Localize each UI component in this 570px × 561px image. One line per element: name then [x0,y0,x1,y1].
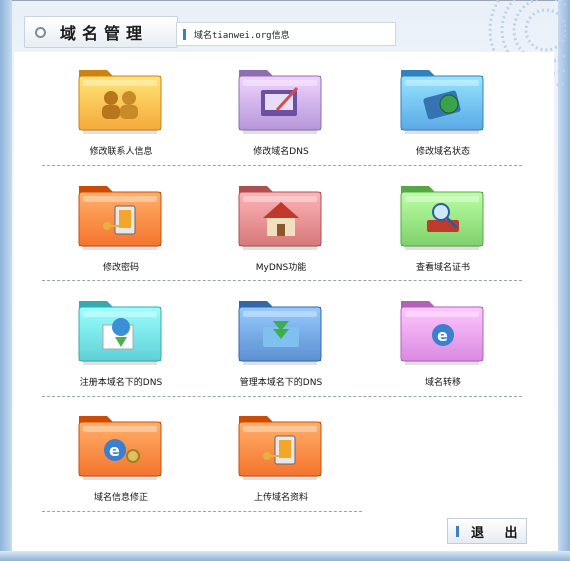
contacts-icon [78,70,162,134]
menu-item-correct-info[interactable]: e 域名信息修正 [46,406,196,516]
page-title: 域名管理 [60,24,149,43]
menu-item-domain-transfer[interactable]: e 域名转移 [368,291,518,401]
svg-text:e: e [437,326,448,345]
circle-icon [35,26,46,38]
menu-item-edit-status[interactable]: 修改域名状态 [368,60,518,170]
menu-item-label: 修改联系人信息 [89,147,153,157]
globe-download-icon [78,301,162,365]
menu-item-edit-contact[interactable]: 修改联系人信息 [46,60,196,170]
house-icon [238,186,322,250]
menu-item-mydns[interactable]: MyDNS功能 [206,176,356,286]
domain-info-box: 域名tianwei.org信息 [176,22,396,46]
menu-item-label: 修改域名DNS [253,147,309,157]
domain-info-text: 域名tianwei.org信息 [194,30,290,41]
menu-item-label: 域名转移 [424,378,461,388]
folder-arrows-icon [238,301,322,365]
menu-item-register-dns[interactable]: 注册本域名下的DNS [46,291,196,401]
row-divider [42,511,362,512]
computer-pen-icon [238,70,322,134]
svg-text:e: e [109,441,120,460]
ie-gear-icon: e [78,416,162,480]
accent-bar [183,28,186,40]
menu-item-label: 注册本域名下的DNS [79,378,163,388]
menu-item-label: MyDNS功能 [255,263,307,273]
key-safe-icon [238,416,322,480]
key-safe-icon [78,186,162,250]
left-border [0,0,12,561]
menu-item-label: 修改域名状态 [415,147,470,157]
magnifier-book-icon [400,186,484,250]
menu-item-label: 管理本域名下的DNS [239,378,323,388]
exit-label: 退 出 [471,525,526,541]
menu-item-upload-documents[interactable]: 上传域名资料 [206,406,356,516]
globe-folder-icon [400,70,484,134]
page-title-tab: 域名管理 [24,16,178,48]
right-border [558,0,570,561]
menu-item-manage-dns[interactable]: 管理本域名下的DNS [206,291,356,401]
exit-button[interactable]: 退 出 [447,518,527,544]
menu-item-change-password[interactable]: 修改密码 [46,176,196,286]
menu-item-edit-dns[interactable]: 修改域名DNS [206,60,356,170]
menu-item-label: 域名信息修正 [93,493,148,503]
menu-item-label: 查看域名证书 [415,263,470,273]
menu-item-view-certificate[interactable]: 查看域名证书 [368,176,518,286]
row-divider [42,280,522,281]
menu-item-label: 上传域名资料 [253,493,308,503]
ie-globe-icon: e [400,301,484,365]
row-divider [42,165,522,166]
row-divider [42,396,522,397]
bottom-border [0,551,570,561]
accent-bar [456,525,459,537]
menu-item-label: 修改密码 [102,263,139,273]
